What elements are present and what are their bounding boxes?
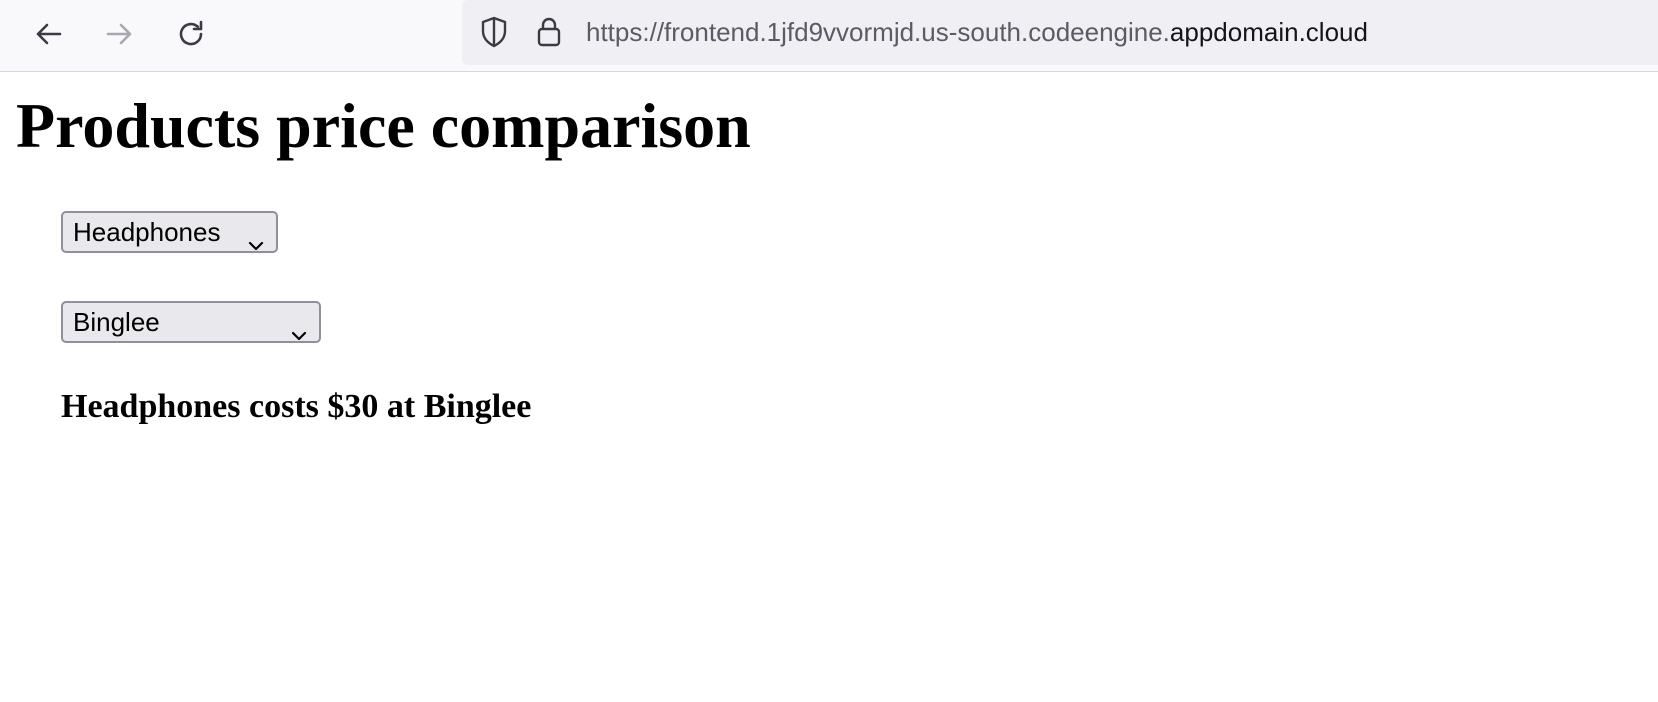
back-button[interactable] (26, 12, 70, 56)
url-text[interactable]: https://frontend.1jfd9vvormjd.us-south.c… (586, 15, 1368, 49)
chevron-down-icon (291, 315, 307, 341)
url-domain: appdomain.cloud (1169, 17, 1368, 47)
lock-icon[interactable] (534, 15, 564, 49)
browser-toolbar: https://frontend.1jfd9vvormjd.us-south.c… (0, 0, 1658, 72)
reload-icon (175, 18, 207, 50)
arrow-left-icon (32, 18, 64, 50)
store-select[interactable]: Binglee (61, 301, 321, 343)
page-title: Products price comparison (16, 90, 751, 161)
shield-icon[interactable] (477, 15, 511, 49)
arrow-right-icon (104, 18, 136, 50)
reload-button[interactable] (169, 12, 213, 56)
store-select-value: Binglee (73, 307, 160, 337)
forward-button[interactable] (98, 12, 142, 56)
chevron-down-icon (248, 225, 264, 251)
url-prefix: https://frontend.1jfd9vvormjd.us-south.c… (586, 17, 1170, 47)
address-bar[interactable]: https://frontend.1jfd9vvormjd.us-south.c… (462, 0, 1658, 65)
page-content: Products price comparison Headphones Bin… (0, 73, 1658, 702)
price-result: Headphones costs $30 at Binglee (61, 388, 532, 425)
product-select[interactable]: Headphones (61, 211, 278, 253)
product-select-value: Headphones (73, 217, 221, 247)
